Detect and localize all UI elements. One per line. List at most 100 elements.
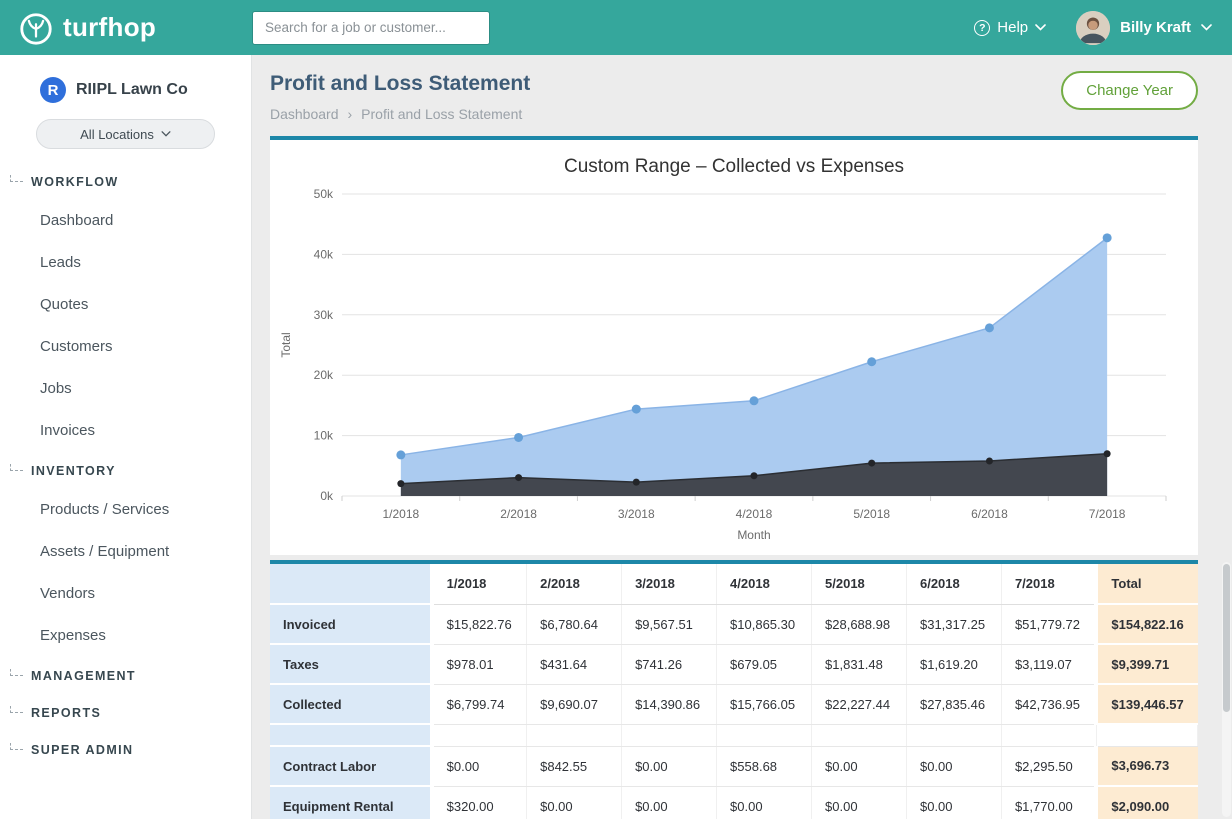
sidebar-section-inventory[interactable]: INVENTORY [0, 452, 251, 489]
column-header-1-2018: 1/2018 [432, 564, 527, 604]
sidebar-item-vendors[interactable]: Vendors [0, 573, 251, 615]
sidebar-item-invoices[interactable]: Invoices [0, 410, 251, 452]
column-header-4-2018: 4/2018 [717, 564, 812, 604]
table-row-equipment-rental: Equipment Rental$320.00$0.00$0.00$0.00$0… [270, 786, 1198, 819]
total-cell: $2,090.00 [1096, 786, 1197, 819]
value-cell: $0.00 [906, 786, 1001, 819]
logo-text: turfhop [63, 12, 156, 43]
svg-text:5/2018: 5/2018 [853, 507, 890, 521]
value-cell: $431.64 [527, 644, 622, 684]
page-title: Profit and Loss Statement [270, 71, 530, 97]
value-cell: $3,119.07 [1001, 644, 1096, 684]
company-header: R RIIPL Lawn Co [0, 71, 251, 107]
sidebar-item-customers[interactable]: Customers [0, 326, 251, 368]
sidebar-item-dashboard[interactable]: Dashboard [0, 200, 251, 242]
row-label: Taxes [270, 644, 432, 684]
value-cell: $679.05 [717, 644, 812, 684]
vertical-scrollbar[interactable] [1222, 562, 1231, 817]
sidebar-item-expenses[interactable]: Expenses [0, 615, 251, 657]
breadcrumb-dashboard[interactable]: Dashboard [270, 106, 339, 122]
value-cell: $558.68 [717, 746, 812, 786]
chart-card: Custom Range – Collected vs Expenses 0k1… [270, 136, 1198, 555]
value-cell: $1,831.48 [812, 644, 907, 684]
svg-text:2/2018: 2/2018 [500, 507, 537, 521]
value-cell: $0.00 [717, 786, 812, 819]
user-menu[interactable]: Billy Kraft [1076, 11, 1212, 45]
value-cell: $0.00 [527, 786, 622, 819]
sidebar-item-leads[interactable]: Leads [0, 242, 251, 284]
row-label: Contract Labor [270, 746, 432, 786]
breadcrumb: Dashboard › Profit and Loss Statement [270, 106, 530, 122]
value-cell: $0.00 [812, 786, 907, 819]
breadcrumb-current: Profit and Loss Statement [361, 106, 522, 122]
section-label: WORKFLOW [31, 175, 119, 189]
value-cell: $9,567.51 [622, 604, 717, 644]
value-cell: $51,779.72 [1001, 604, 1096, 644]
topbar: turfhop ? Help Billy Kraft [0, 0, 1232, 55]
value-cell: $320.00 [432, 786, 527, 819]
value-cell: $0.00 [622, 746, 717, 786]
table-row-collected: Collected$6,799.74$9,690.07$14,390.86$15… [270, 684, 1198, 724]
sidebar-item-jobs[interactable]: Jobs [0, 368, 251, 410]
value-cell: $978.01 [432, 644, 527, 684]
sidebar-section-super-admin[interactable]: SUPER ADMIN [0, 731, 251, 768]
svg-text:30k: 30k [314, 308, 334, 322]
chevron-down-icon [1035, 24, 1046, 31]
chevron-down-icon [1201, 24, 1212, 31]
sidebar-section-workflow[interactable]: WORKFLOW [0, 163, 251, 200]
column-header-6-2018: 6/2018 [906, 564, 1001, 604]
sidebar-item-assets-equipment[interactable]: Assets / Equipment [0, 531, 251, 573]
collected-vs-expenses-chart: 0k10k20k30k40k50k1/20182/20183/20184/201… [278, 182, 1184, 548]
value-cell: $14,390.86 [622, 684, 717, 724]
column-header-7-2018: 7/2018 [1001, 564, 1096, 604]
section-label: INVENTORY [31, 464, 116, 478]
change-year-button[interactable]: Change Year [1061, 71, 1198, 110]
value-cell: $10,865.30 [717, 604, 812, 644]
chart-title: Custom Range – Collected vs Expenses [278, 156, 1190, 178]
total-cell: $3,696.73 [1096, 746, 1197, 786]
search-input[interactable] [252, 11, 490, 45]
user-name: Billy Kraft [1120, 19, 1191, 36]
row-label: Invoiced [270, 604, 432, 644]
tree-dash-icon [10, 175, 23, 182]
svg-text:50k: 50k [314, 187, 334, 201]
sidebar-section-reports[interactable]: REPORTS [0, 694, 251, 731]
location-selector[interactable]: All Locations [36, 119, 215, 149]
main-content: Profit and Loss Statement Dashboard › Pr… [252, 55, 1232, 819]
total-cell: $154,822.16 [1096, 604, 1197, 644]
avatar [1076, 11, 1110, 45]
app-logo[interactable]: turfhop [18, 10, 252, 46]
column-header-3-2018: 3/2018 [622, 564, 717, 604]
value-cell: $6,780.64 [527, 604, 622, 644]
pl-table-body: Invoiced$15,822.76$6,780.64$9,567.51$10,… [270, 604, 1198, 819]
sidebar-section-management[interactable]: MANAGEMENT [0, 657, 251, 694]
svg-text:0k: 0k [320, 489, 334, 503]
svg-text:20k: 20k [314, 368, 334, 382]
pl-table-card: 1/20182/20183/20184/20185/20186/20187/20… [270, 560, 1198, 819]
value-cell: $27,835.46 [906, 684, 1001, 724]
group-spacer-row [270, 724, 1198, 746]
company-name: RIIPL Lawn Co [76, 81, 188, 99]
value-cell: $0.00 [622, 786, 717, 819]
sidebar-item-products-services[interactable]: Products / Services [0, 489, 251, 531]
column-header-5-2018: 5/2018 [812, 564, 907, 604]
row-label: Equipment Rental [270, 786, 432, 819]
pl-table: 1/20182/20183/20184/20185/20186/20187/20… [270, 564, 1198, 819]
svg-text:6/2018: 6/2018 [971, 507, 1008, 521]
value-cell: $15,822.76 [432, 604, 527, 644]
pl-table-head-row: 1/20182/20183/20184/20185/20186/20187/20… [270, 564, 1198, 604]
column-header-total: Total [1096, 564, 1197, 604]
total-cell: $9,399.71 [1096, 644, 1197, 684]
value-cell: $0.00 [432, 746, 527, 786]
total-cell: $139,446.57 [1096, 684, 1197, 724]
row-label: Collected [270, 684, 432, 724]
value-cell: $15,766.05 [717, 684, 812, 724]
value-cell: $6,799.74 [432, 684, 527, 724]
value-cell: $31,317.25 [906, 604, 1001, 644]
help-menu[interactable]: ? Help [974, 19, 1046, 36]
scrollbar-thumb[interactable] [1223, 564, 1230, 712]
column-header-2-2018: 2/2018 [527, 564, 622, 604]
sidebar-item-quotes[interactable]: Quotes [0, 284, 251, 326]
location-selector-label: All Locations [80, 127, 154, 142]
value-cell: $2,295.50 [1001, 746, 1096, 786]
